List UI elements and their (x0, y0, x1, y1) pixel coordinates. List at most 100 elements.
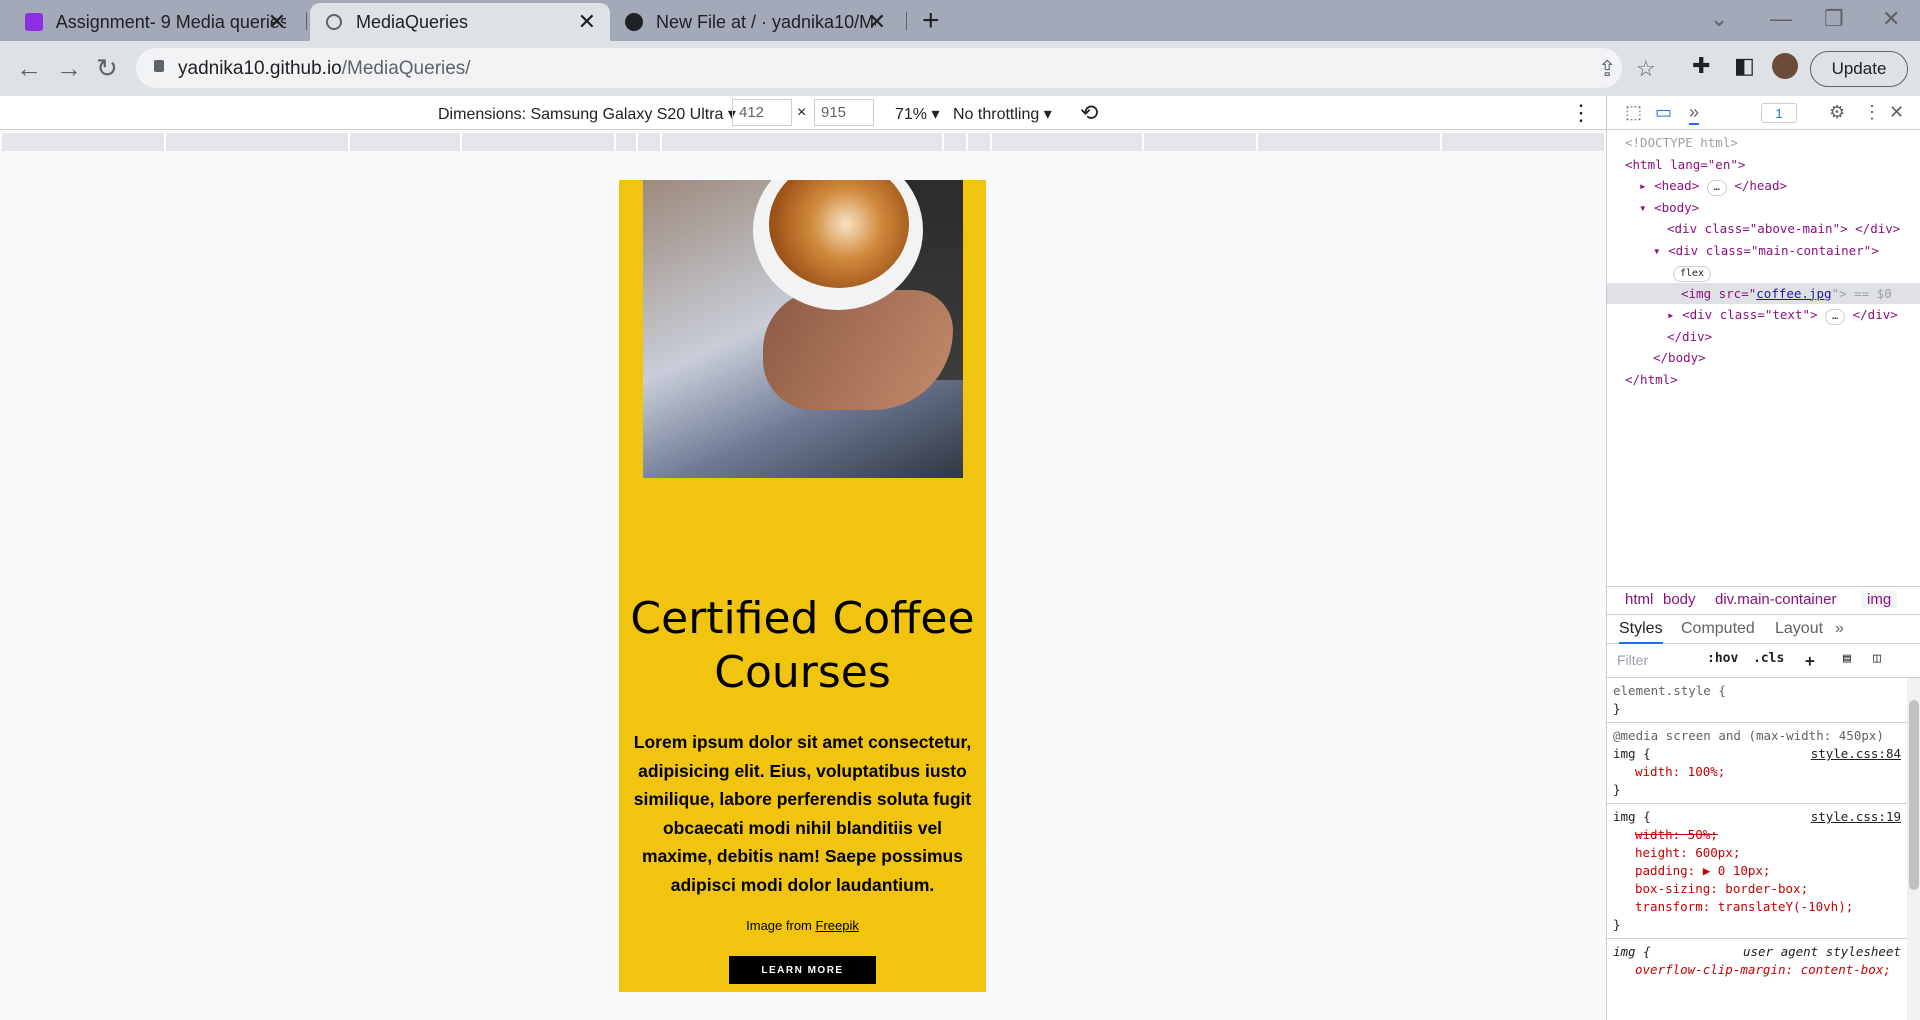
new-tab-button[interactable]: + (922, 4, 940, 38)
inspect-element-icon[interactable]: ⬚ (1625, 102, 1642, 123)
tab-computed[interactable]: Computed (1681, 620, 1755, 638)
scrollbar-thumb[interactable] (1909, 700, 1919, 890)
reload-icon[interactable]: ↻ (96, 53, 118, 84)
media-query-segment[interactable] (1258, 133, 1442, 151)
dom-line[interactable]: <html lang="en"> (1607, 154, 1920, 176)
back-arrow-icon[interactable]: ← (16, 53, 42, 84)
zoom-select[interactable]: 71% ▾ (895, 104, 940, 124)
style-rule: element.style { } (1607, 678, 1907, 723)
dom-line-selected[interactable]: <img src="coffee.jpg"> == $0 (1607, 282, 1920, 304)
more-panels-icon[interactable]: » (1689, 102, 1700, 125)
toggle-sidebar-icon[interactable]: ◫ (1873, 651, 1881, 666)
more-options-icon[interactable]: ⋮ (1570, 100, 1592, 126)
dom-line[interactable]: ▾ <div class="main-container"> (1607, 240, 1920, 262)
css-property[interactable]: box-sizing: border-box; (1613, 880, 1901, 898)
dom-line[interactable]: ▾ <body> (1607, 197, 1920, 219)
share-icon[interactable]: ⇪ (1598, 56, 1616, 82)
img-tag: <img src=" (1681, 285, 1757, 301)
maximize-icon[interactable]: ❐ (1824, 6, 1844, 32)
media-query-segment[interactable] (2, 133, 166, 151)
omnibox[interactable]: yadnika10.github.io/MediaQueries/ ⇪ ☆ (136, 48, 1656, 88)
media-query-segment[interactable] (944, 133, 968, 151)
paint-icon[interactable]: ▤ (1843, 651, 1851, 666)
tab-github[interactable]: New File at / · yadnika10/MediaC ✕ (610, 3, 900, 41)
head-close-tag: </head> (1734, 178, 1787, 193)
throttling-select[interactable]: No throttling ▾ (953, 104, 1052, 124)
extensions-icon[interactable]: ✚ (1692, 53, 1710, 79)
media-query-segment[interactable] (462, 133, 616, 151)
lock-icon (154, 59, 164, 77)
forward-arrow-icon[interactable]: → (56, 53, 82, 84)
device-toggle-icon[interactable]: ▭ (1655, 102, 1672, 123)
side-panel-icon[interactable]: ◧ (1734, 53, 1755, 79)
url-path: /MediaQueries/ (341, 58, 471, 79)
tab-styles[interactable]: Styles (1619, 620, 1663, 644)
source-link[interactable]: style.css:84 (1811, 745, 1901, 763)
flex-pill[interactable]: flex (1673, 266, 1712, 282)
css-property[interactable]: transform: translateY(-10vh); (1613, 898, 1901, 916)
media-query-segment[interactable] (638, 133, 662, 151)
media-query-segment[interactable] (616, 133, 638, 151)
tab-mediaqueries[interactable]: MediaQueries ✕ (310, 3, 610, 41)
tab-search-chevron-icon[interactable]: ⌄ (1710, 6, 1728, 32)
device-select[interactable]: Dimensions: Samsung Galaxy S20 Ultra ▾ (438, 104, 736, 124)
tab-assignment[interactable]: Assignment- 9 Media queries ✕ (10, 3, 300, 41)
breadcrumb-item[interactable]: html (1625, 591, 1653, 608)
media-query-segment[interactable] (968, 133, 992, 151)
css-property[interactable]: height: 600px; (1613, 844, 1901, 862)
media-query-segment[interactable] (350, 133, 462, 151)
styles-scrollbar[interactable] (1907, 678, 1920, 1020)
img-src-link[interactable]: coffee.jpg (1756, 286, 1831, 301)
window-close-icon[interactable]: ✕ (1882, 6, 1900, 32)
media-query-segment[interactable] (166, 133, 350, 151)
gear-icon[interactable]: ⚙ (1829, 102, 1845, 123)
bookmark-star-icon[interactable]: ☆ (1636, 56, 1656, 82)
breadcrumb-item[interactable]: img (1861, 591, 1898, 608)
dom-line: flex (1607, 261, 1920, 283)
learn-more-button[interactable]: LEARN MORE (729, 956, 876, 984)
media-query-segment[interactable] (1442, 133, 1606, 151)
media-query-segment[interactable] (1144, 133, 1258, 151)
height-input[interactable]: 915 (814, 99, 874, 126)
media-query-segment[interactable] (662, 133, 944, 151)
ellipsis-pill[interactable]: … (1825, 309, 1846, 325)
filter-input[interactable]: Filter (1617, 652, 1648, 668)
css-property-overridden[interactable]: width: 50%; (1613, 826, 1901, 844)
rule-selector[interactable]: img { (1613, 809, 1651, 824)
avatar[interactable] (1772, 53, 1798, 85)
freepik-link[interactable]: Freepik (816, 918, 859, 933)
ellipsis-pill[interactable]: … (1706, 180, 1727, 196)
width-input[interactable]: 412 (732, 99, 792, 126)
new-rule-icon[interactable]: + (1805, 651, 1815, 670)
css-property[interactable]: padding: ▶ 0 10px; (1613, 862, 1901, 880)
device-label: Dimensions: Samsung Galaxy S20 Ultra (438, 106, 724, 123)
breadcrumb-item[interactable]: div.main-container (1715, 591, 1836, 608)
more-tabs-icon[interactable]: » (1835, 620, 1844, 638)
image-credit: Image from Freepik (619, 918, 986, 933)
media-query-bar (0, 131, 1606, 153)
hov-toggle[interactable]: :hov (1707, 651, 1738, 666)
text-div-close-tag: </div> (1852, 307, 1898, 322)
dom-line[interactable]: ▸ <head> … </head> (1607, 175, 1920, 197)
css-property[interactable]: width: 100%; (1613, 763, 1901, 781)
issues-badge[interactable]: 1 (1761, 103, 1797, 123)
cls-toggle[interactable]: .cls (1753, 651, 1784, 666)
kebab-icon[interactable]: ⋮ (1863, 102, 1881, 123)
minimize-icon[interactable]: — (1770, 6, 1792, 32)
close-icon[interactable]: ✕ (268, 9, 286, 35)
close-icon[interactable]: ✕ (1889, 102, 1904, 123)
dom-line[interactable]: <div class="above-main"> </div> (1607, 218, 1920, 240)
dom-line[interactable]: ▸ <div class="text"> … </div> (1607, 304, 1920, 326)
rule-selector[interactable]: element.style { (1613, 682, 1901, 700)
breadcrumb: html body div.main-container img (1607, 586, 1920, 614)
rule-selector[interactable]: img { (1613, 746, 1651, 761)
update-button[interactable]: Update (1810, 51, 1908, 87)
close-icon[interactable]: ✕ (868, 9, 886, 35)
source-link[interactable]: style.css:19 (1811, 808, 1901, 826)
rotate-icon[interactable]: ⟲ (1080, 100, 1098, 126)
tab-layout[interactable]: Layout (1775, 620, 1823, 638)
close-icon[interactable]: ✕ (578, 9, 596, 35)
breadcrumb-item[interactable]: body (1663, 591, 1696, 608)
tab-title: New File at / · yadnika10/MediaC (656, 11, 876, 32)
media-query-segment[interactable] (992, 133, 1144, 151)
